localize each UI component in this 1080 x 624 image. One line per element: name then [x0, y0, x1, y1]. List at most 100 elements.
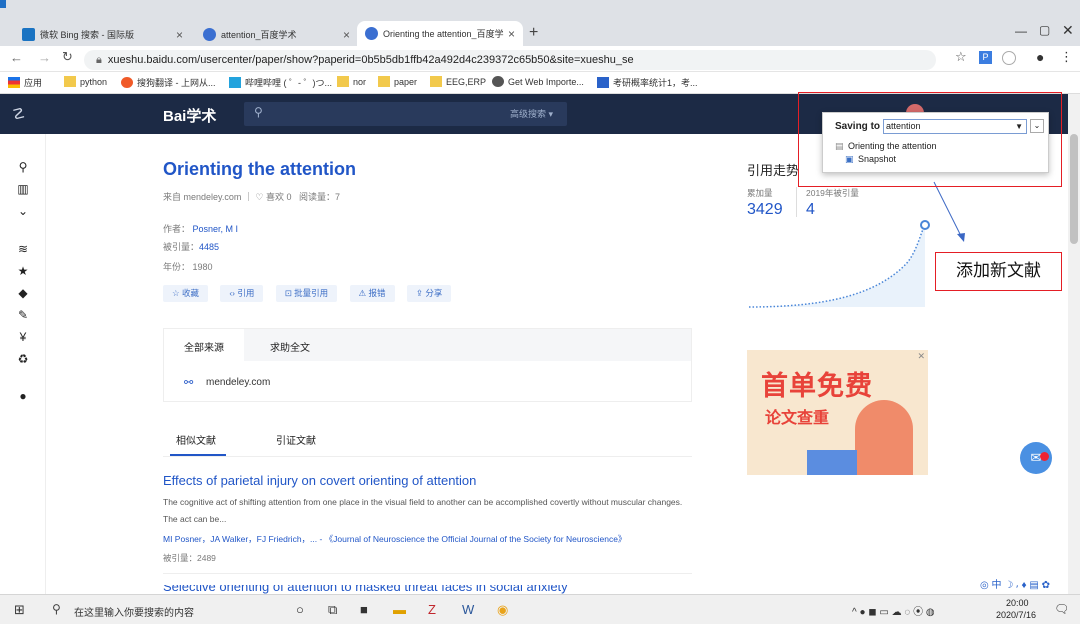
scholar-cap-icon[interactable]: ☡ [12, 105, 25, 123]
tab-title: attention_百度学术 [221, 30, 297, 40]
forward-icon[interactable]: → [38, 50, 51, 65]
back-icon[interactable]: ← [10, 50, 23, 65]
cite-button[interactable]: ‹› 引用 [220, 285, 264, 302]
tab-all-sources-label: 全部来源 [184, 343, 224, 354]
bookmark-kaoyan[interactable]: 考研概率统计1，考... [597, 76, 698, 89]
ad-banner[interactable]: 首单免费 论文查重 ✕ [747, 350, 928, 475]
related-abstract: The cognitive act of shifting attention … [163, 497, 683, 524]
bookmark-apps[interactable]: 应用 [8, 76, 42, 89]
bookmark-eeg[interactable]: EEG,ERP [430, 76, 486, 87]
url-field[interactable]: 🔒︎ xueshu.baidu.com/usercenter/paper/show… [84, 50, 936, 70]
search-input[interactable]: ⚲ 高级搜索 ▾ [244, 102, 567, 126]
tab-bing[interactable]: 微软 Bing 搜索 - 国际版 × [14, 22, 191, 47]
bookmark-sogou[interactable]: 搜狗翻译 - 上网从... [121, 76, 216, 89]
tab-citing[interactable]: 引证文献 [276, 432, 316, 447]
clock-time[interactable]: 20:00 [1006, 598, 1029, 608]
wanfang-icon [597, 77, 609, 88]
scrollbar-thumb[interactable] [1070, 134, 1078, 244]
bookmark-paper[interactable]: paper [378, 76, 417, 87]
paper-title[interactable]: Orienting the attention [163, 159, 356, 180]
user-icon[interactable]: ● [12, 389, 34, 403]
close-icon[interactable]: × [343, 28, 350, 42]
zotero-app-icon[interactable]: Z [428, 602, 436, 617]
bing-icon [22, 28, 35, 41]
extension-p-icon[interactable]: P [979, 51, 992, 64]
trend-year-label: 2019年被引量 [806, 188, 859, 198]
collect-button[interactable]: ☆ 收藏 [163, 285, 208, 302]
search-icon[interactable]: ⚲ [12, 160, 34, 174]
tab-orienting[interactable]: Orienting the attention_百度学 × [357, 21, 523, 46]
new-tab-button[interactable]: + [529, 24, 538, 42]
close-icon[interactable]: × [176, 28, 183, 42]
bookmark-web-importer[interactable]: Get Web Importe... [492, 76, 584, 87]
zotero-extension-icon[interactable] [1002, 51, 1016, 65]
star-icon[interactable]: ☆ [955, 49, 967, 65]
advanced-search-link[interactable]: 高级搜索 ▾ [510, 107, 553, 120]
folder-icon [64, 76, 76, 87]
left-rail: ⚲ ▥ ⌄ ≋ ★ ◆ ✎ ¥ ♻ ● [0, 134, 46, 594]
related-authors[interactable]: MI Posner，JA Walker，FJ Friedrich，... - 《… [163, 533, 626, 545]
tab-similar[interactable]: 相似文献 [176, 432, 216, 447]
search-icon: ⚲ [52, 602, 61, 616]
ime-toolbar[interactable]: ◎ 中 ☽ ⸴ ♦ ▤ ✿ [980, 576, 1078, 592]
bookmark-nor[interactable]: nor [337, 76, 366, 87]
layers-icon[interactable]: ◆ [12, 286, 34, 300]
chrome-icon[interactable]: ◉ [497, 602, 508, 618]
bookmark-label: 哔哩哔哩 ( ゜- ゜)つ... [245, 78, 332, 88]
menu-icon[interactable]: ⋮ [1060, 49, 1073, 65]
page-scrollbar[interactable] [1068, 94, 1080, 594]
related-title-clip: Selective orienting of attention to mask… [163, 585, 763, 594]
annotation-highlight-box [798, 92, 1062, 187]
chevron-down-icon[interactable]: ⌄ [12, 204, 34, 218]
like-button[interactable]: ♡ 喜欢 0 [255, 192, 291, 202]
taskbar-search-input[interactable]: 在这里输入你要搜索的内容 [74, 604, 194, 619]
recycle-icon[interactable]: ♻ [12, 352, 34, 366]
related-title[interactable]: Selective orienting of attention to mask… [163, 585, 763, 593]
author-link[interactable]: Posner, M I [193, 224, 239, 234]
bookmark-python[interactable]: python [64, 76, 107, 87]
pen-icon[interactable]: ✎ [12, 308, 34, 322]
baidu-paw-icon [203, 28, 216, 41]
file-explorer-icon[interactable]: ▬ [393, 602, 406, 617]
clock-date[interactable]: 2020/7/16 [996, 610, 1036, 620]
ad-close-icon[interactable]: ✕ [917, 351, 925, 362]
rss-icon[interactable]: ≋ [12, 242, 34, 256]
batch-cite-button[interactable]: ⊡ 批量引用 [275, 285, 338, 302]
ad-laptop [807, 450, 857, 475]
author-row: 作者： Posner, M I [163, 222, 238, 235]
report-error-button[interactable]: ⚠ 报错 [349, 285, 395, 302]
tab-request-fulltext[interactable]: 求助全文 [270, 339, 310, 354]
baidu-xueshu-logo[interactable]: Bai学术 [163, 105, 216, 126]
minimize-button[interactable]: — [1015, 24, 1027, 38]
windows-start-icon[interactable]: ⊞ [14, 602, 25, 618]
related-title[interactable]: Effects of parietal injury on covert ori… [163, 473, 476, 488]
sogou-icon [121, 77, 133, 88]
profile-icon[interactable]: ● [1036, 49, 1044, 65]
word-icon[interactable]: W [462, 602, 474, 617]
tab-attention[interactable]: attention_百度学术 × [195, 22, 358, 47]
yen-icon[interactable]: ¥ [12, 330, 34, 344]
source-panel: 全部来源 全部来源 求助全文 ⚯ mendeley.com [163, 328, 692, 402]
reload-icon[interactable]: ↻ [62, 49, 73, 65]
source-link[interactable]: mendeley.com [206, 377, 270, 388]
task-view-icon[interactable]: ⧉ [328, 602, 337, 618]
share-button[interactable]: ⇪ 分享 [406, 285, 452, 302]
maximize-button[interactable]: ▢ [1039, 23, 1050, 37]
star-icon[interactable]: ★ [12, 264, 34, 278]
cited-label: 被引量： [163, 242, 200, 252]
close-icon[interactable]: × [508, 27, 515, 41]
library-icon[interactable]: ▥ [12, 182, 34, 196]
source-tab-bar: 全部来源 全部来源 求助全文 [164, 329, 691, 361]
baidu-paw-icon [365, 27, 378, 40]
bookmark-bilibili[interactable]: 哔哩哔哩 ( ゜- ゜)つ... [229, 76, 332, 89]
taskbar: ⊞ ⚲ 在这里输入你要搜索的内容 ○ ⧉ ■ ▬ Z W ◉ ^ ● ◼ ▭ ☁… [0, 594, 1080, 624]
cited-link[interactable]: 4485 [199, 242, 219, 252]
notification-icon[interactable]: 🗨︎ [1054, 602, 1069, 616]
link-icon: ⚯ [184, 377, 194, 389]
cortana-icon[interactable]: ○ [296, 602, 304, 617]
paper-source[interactable]: 来自 mendeley.com [163, 192, 241, 202]
app-icon[interactable]: ■ [360, 602, 368, 617]
system-tray-icons[interactable]: ^ ● ◼ ▭ ☁ ◌ ⦿ ◍ [852, 603, 935, 618]
browser-tab-bar: 微软 Bing 搜索 - 国际版 × attention_百度学术 × Orie… [0, 0, 1080, 46]
window-close-button[interactable]: ✕ [1062, 22, 1074, 39]
